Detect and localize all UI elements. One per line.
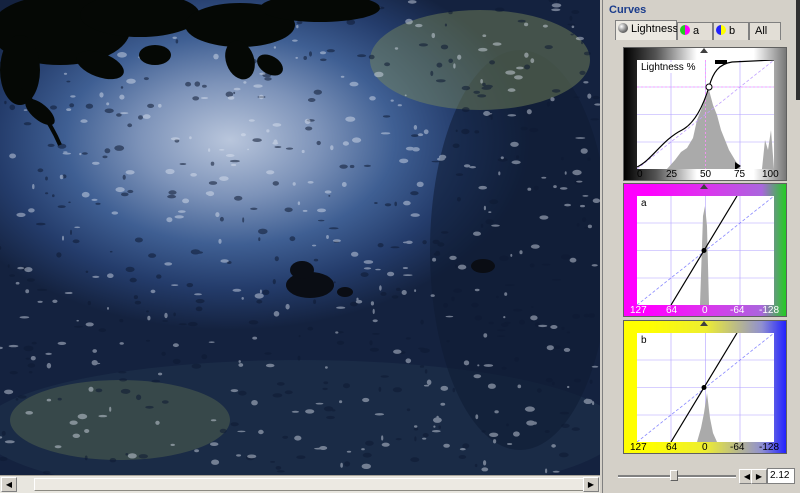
b-curve-box: b 127 64 0 -64 -128 [623,320,787,454]
photo [0,0,600,475]
b-tick: 0 [702,442,708,453]
lightness-tick: 50 [700,169,712,180]
b-tick: 64 [666,442,678,453]
panel-edge-scrollbar[interactable] [796,0,800,100]
curves-panel: Curves Lightness a b All Lightness % 0 2… [602,0,800,493]
tree-leaves [0,0,380,146]
lightness-tick: 25 [666,169,678,180]
lightness-curve-graph[interactable] [637,60,774,169]
lightness-tick: 0 [637,169,643,180]
image-canvas[interactable] [0,0,600,475]
a-curve-box: a 127 64 0 -64 -128 [623,183,787,317]
horizontal-scrollbar[interactable]: ◀ ▶ [0,475,600,493]
b-tick: -128 [759,442,780,453]
scroll-thumb[interactable] [34,478,584,491]
a-label: a [641,198,647,209]
scroll-right-button[interactable]: ▶ [583,477,599,492]
b-channel-icon [716,25,726,35]
b-tick: 127 [630,442,647,453]
lightness-channel-icon [618,23,628,33]
zoom-slider-thumb[interactable] [670,470,678,481]
panel-title: Curves [609,4,647,16]
a-tick: 64 [666,305,678,316]
scroll-left-button[interactable]: ◀ [1,477,17,492]
lightness-tick: 75 [734,169,746,180]
a-tick: 0 [702,305,708,316]
lightness-top-marker[interactable] [700,48,708,53]
tab-label: b [729,25,736,37]
tab-label: All [755,25,768,37]
tab-all[interactable]: All [749,22,781,40]
b-label: b [641,335,647,346]
b-curve-graph[interactable] [637,333,774,442]
zoom-value-field[interactable]: 2.12 [767,468,795,484]
tab-b[interactable]: b [713,22,749,40]
a-tick: -64 [730,305,745,316]
b-top-marker[interactable] [700,321,708,326]
zoom-increase-button[interactable]: ▶ [751,469,767,484]
lightness-tick: 100 [762,169,779,180]
a-top-marker[interactable] [700,184,708,189]
tab-lightness[interactable]: Lightness [615,20,679,40]
tab-label: Lightness [631,23,679,35]
lightness-label: Lightness % [641,62,696,73]
tab-a[interactable]: a [677,22,713,40]
tab-label: a [693,25,700,37]
a-curve-graph[interactable] [637,196,774,305]
a-channel-icon [680,25,690,35]
lightness-curve-box: Lightness % 0 25 50 75 100 [623,47,787,181]
a-tick: 127 [630,305,647,316]
b-tick: -64 [730,442,745,453]
a-tick: -128 [759,305,780,316]
